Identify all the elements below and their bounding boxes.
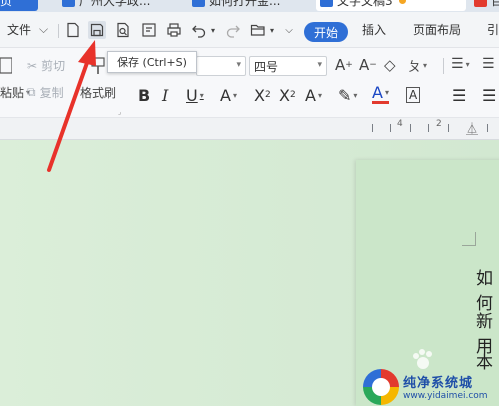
watermark-text: 纯净系统城 www.yidaimei.com (403, 372, 488, 401)
horizontal-ruler: 4 2 ⏅ (0, 118, 499, 140)
save-icon[interactable] (88, 21, 106, 39)
copy-label: 复制 (39, 86, 64, 100)
highlight-icon[interactable]: ✎ ▾ (338, 84, 357, 106)
file-menu[interactable]: 文件 ⌵ (7, 21, 48, 38)
document-icon (192, 0, 205, 7)
tab-insert-label: 插入 (362, 23, 387, 37)
format-painter-label: 格式刷 (80, 86, 117, 100)
tab-label: 如何打开金... (209, 0, 281, 8)
increase-font-icon[interactable]: A + (335, 56, 353, 74)
site-logo-icon (363, 368, 399, 405)
superscript-icon[interactable]: X2 (254, 84, 271, 106)
chevron-down-icon: ⌵ (39, 22, 49, 36)
page-margin-marker (462, 232, 476, 246)
paste-button[interactable]: 粘贴 ▾ (0, 84, 30, 101)
copy-icon: ⧉ (27, 85, 36, 99)
format-painter-icon[interactable] (90, 56, 106, 76)
ruler-tick (428, 124, 429, 132)
clipboard-group-launcher-icon[interactable]: ⌟ (118, 108, 121, 116)
tab-label: 广州大学政... (79, 0, 151, 8)
align-center-icon[interactable]: ☰ (482, 84, 496, 106)
italic-icon[interactable]: I (162, 84, 168, 106)
document-icon (474, 0, 487, 7)
tab-strip: 页 广州大学政... 如何打开金... 文字文稿3 百 (0, 0, 499, 12)
tab-label: 页 (0, 0, 13, 8)
scissors-icon: ✂ (27, 58, 38, 73)
save-tooltip: 保存 (Ctrl+S) (107, 51, 197, 73)
tab-layout-label: 页面布局 (413, 23, 462, 37)
tab-references[interactable]: 引 (487, 21, 499, 38)
open-folder-icon[interactable] (249, 21, 267, 39)
file-menu-label: 文件 (7, 23, 32, 37)
menu-bar: 文件 ⌵ ▾ ▾ ⌵ 开始 插入 页面布局 引 (0, 12, 499, 48)
divider (58, 24, 59, 38)
cut-label: 剪切 (41, 59, 66, 73)
undo-icon[interactable] (190, 21, 208, 39)
ruler-tick (390, 124, 391, 132)
bold-icon[interactable]: B (138, 84, 150, 106)
underline-icon[interactable]: U ▾ (186, 84, 204, 106)
tab-references-label: 引 (487, 23, 499, 37)
tab-document-4[interactable]: 百 (470, 0, 499, 11)
text-effect-icon[interactable]: A ▾ (305, 84, 322, 106)
font-size-select[interactable]: 四号 ▾ (249, 56, 327, 76)
tab-home[interactable]: 页 (0, 0, 38, 11)
tab-document-3[interactable]: 文字文稿3 (316, 0, 466, 11)
watermark-title: 纯净系统城 (403, 376, 474, 391)
tab-page-layout[interactable]: 页面布局 (413, 21, 461, 38)
document-icon (62, 0, 75, 7)
ruler-tick (372, 124, 373, 132)
print-icon[interactable] (165, 21, 183, 39)
indent-marker-icon[interactable]: ⏅ (466, 120, 478, 137)
chevron-down-icon: ▾ (317, 60, 322, 70)
tab-label: 百 (491, 0, 499, 8)
font-name-select[interactable]: ▾ (196, 56, 246, 76)
strikethrough-icon[interactable]: A ▾ (220, 84, 237, 106)
new-document-icon[interactable] (64, 21, 82, 39)
font-size-value: 四号 (254, 59, 279, 74)
print-preview-icon[interactable] (114, 21, 132, 39)
ruler-tick (487, 124, 488, 132)
paste-label: 粘贴 (0, 86, 25, 100)
subscript-icon[interactable]: X2 (279, 84, 296, 106)
copy-button[interactable]: ⧉ 复制 (27, 84, 64, 101)
tab-insert[interactable]: 插入 (362, 21, 386, 38)
clear-format-icon[interactable]: ◇ (384, 56, 396, 74)
tooltip-text: 保存 (Ctrl+S) (117, 56, 187, 69)
undo-dropdown-icon[interactable]: ▾ (208, 21, 218, 39)
export-pdf-icon[interactable] (140, 21, 158, 39)
open-dropdown-icon[interactable]: ▾ (267, 21, 277, 39)
tab-start-label: 开始 (313, 25, 338, 40)
format-painter-button[interactable]: 格式刷 (80, 84, 116, 101)
font-color-icon[interactable]: A ▾ (372, 83, 389, 104)
ruler-label: 2 (436, 119, 442, 129)
character-border-icon[interactable]: A (406, 84, 421, 106)
cut-button[interactable]: ✂ 剪切 (27, 57, 65, 74)
ruler-tick (410, 124, 411, 132)
ruler-label: 4 (397, 119, 403, 129)
document-icon (320, 0, 333, 7)
unsaved-dot-icon (398, 0, 406, 4)
ribbon: ✂ 剪切 粘贴 ▾ ⧉ 复制 格式刷 ⌟ ▾ 四号 ▾ A + A − ◇ ㄆ ▾ ☰… (0, 48, 499, 118)
site-watermark: 纯净系统城 www.yidaimei.com (363, 367, 499, 406)
tab-document-1[interactable]: 广州大学政... (58, 0, 178, 11)
tab-document-2[interactable]: 如何打开金... (188, 0, 303, 11)
align-left-icon[interactable]: ☰ (452, 84, 466, 106)
divider (443, 58, 444, 74)
chevron-down-icon: ▾ (236, 60, 241, 70)
redo-icon[interactable] (224, 21, 242, 39)
numbered-list-icon[interactable]: ☰ (482, 56, 495, 72)
customize-quickaccess-icon[interactable]: ⌵ (280, 21, 298, 39)
tab-start[interactable]: 开始 (304, 22, 348, 42)
pinyin-guide-icon[interactable]: ㄆ ▾ (408, 56, 427, 75)
decrease-font-icon[interactable]: A − (359, 56, 377, 74)
bullet-list-icon[interactable]: ☰ ▾ (451, 56, 470, 72)
watermark-url: www.yidaimei.com (403, 391, 488, 401)
tab-label: 文字文稿3 (337, 0, 393, 8)
ruler-tick (448, 124, 449, 132)
paste-icon[interactable] (0, 56, 12, 74)
